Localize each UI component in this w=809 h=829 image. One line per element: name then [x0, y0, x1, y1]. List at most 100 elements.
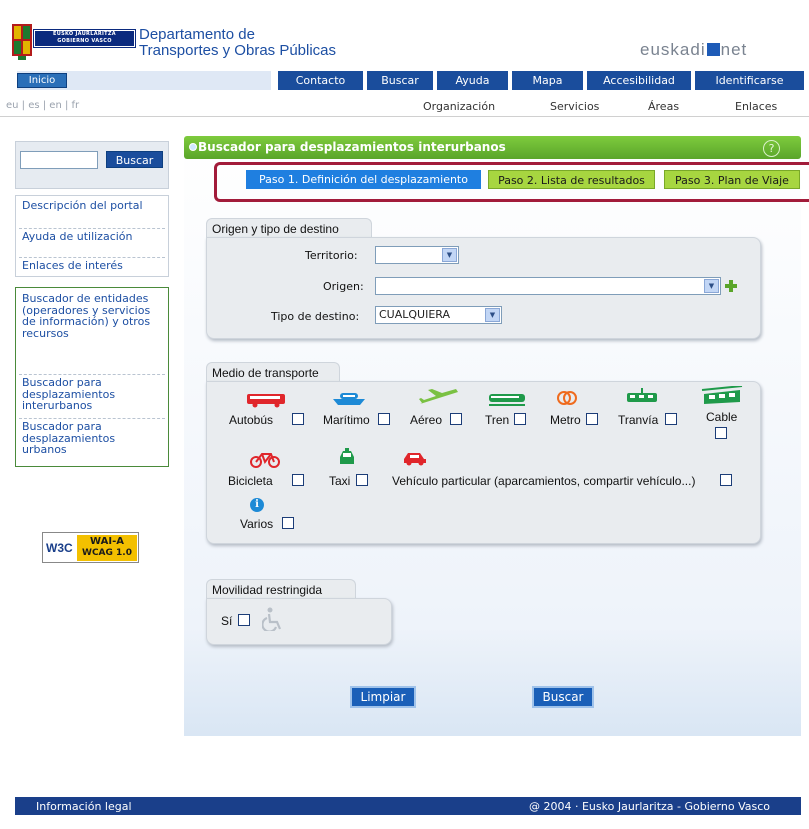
sidebar-item-buscador-entidades[interactable]: Buscador de entidades (operadores y serv… — [22, 293, 162, 339]
airplane-icon — [418, 388, 460, 411]
page-title: Buscador para desplazamientos interurban… — [198, 140, 506, 154]
mode-varios-label: Varios — [240, 517, 274, 531]
wheelchair-icon — [261, 607, 282, 634]
chevron-down-icon: ▼ — [704, 279, 719, 293]
clear-button[interactable]: Limpiar — [350, 686, 416, 708]
inicio-button[interactable]: Inicio — [17, 73, 67, 88]
ship-icon — [331, 389, 367, 410]
mode-aereo-checkbox[interactable] — [450, 413, 462, 425]
divider — [19, 418, 165, 419]
sidebar-search-input[interactable] — [20, 151, 98, 169]
sidebar-item-ayuda[interactable]: Ayuda de utilización — [22, 231, 162, 243]
tab-step-1[interactable]: Paso 1. Definición del desplazamiento — [246, 170, 481, 189]
logo-line-2: GOBIERNO VASCO — [57, 38, 112, 44]
basque-government-logo[interactable] — [12, 22, 32, 62]
sidebar-item-descripcion[interactable]: Descripción del portal — [22, 200, 162, 212]
mode-autobus-checkbox[interactable] — [292, 413, 304, 425]
search-button[interactable]: Buscar — [532, 686, 594, 708]
territorio-select[interactable]: ▼ — [375, 246, 459, 264]
bicycle-icon — [249, 450, 281, 471]
mode-tranvia-label: Tranvía — [618, 413, 659, 427]
tipo-destino-value: CUALQUIERA — [379, 308, 451, 321]
footer-copyright: @ 2004 · Eusko Jaurlaritza - Gobierno Va… — [529, 800, 770, 813]
mode-taxi-label: Taxi — [329, 474, 351, 488]
wai-label: WAI-A — [90, 536, 124, 547]
mode-cable-label: Cable — [706, 410, 738, 424]
nav-buscar[interactable]: Buscar — [367, 71, 433, 90]
tram-icon — [625, 388, 659, 409]
nav-accesibilidad[interactable]: Accesibilidad — [587, 71, 691, 90]
mobility-yes-checkbox[interactable] — [238, 614, 250, 626]
metro-icon — [556, 390, 578, 409]
car-icon — [402, 450, 428, 469]
dept-title-line-2: Transportes y Obras Públicas — [139, 42, 337, 59]
mode-vehiculo-label: Vehículo particular (aparcamientos, comp… — [392, 474, 696, 488]
basque-government-wordmark: EUSKO JAURLARITZA GOBIERNO VASCO — [33, 29, 136, 48]
brand-right: net — [720, 40, 748, 59]
sub-nav-bar — [0, 95, 809, 117]
taxi-icon — [337, 448, 357, 471]
mode-maritimo-label: Marítimo — [323, 413, 370, 427]
language-selector[interactable]: eu | es | en | fr — [6, 100, 79, 111]
brand-left: euskadi — [640, 40, 706, 59]
footer-legal-link[interactable]: Información legal — [36, 800, 132, 813]
mode-tren-label: Tren — [485, 413, 510, 427]
bus-icon — [246, 392, 286, 411]
divider — [19, 228, 165, 229]
euskadi-net-logo[interactable]: euskadi net — [640, 40, 747, 60]
wcag-label: WCAG 1.0 — [82, 548, 132, 558]
subnav-areas[interactable]: Áreas — [648, 100, 679, 113]
transport-section-legend: Medio de transporte — [206, 362, 340, 382]
help-icon[interactable]: ? — [763, 140, 780, 157]
mode-maritimo-checkbox[interactable] — [378, 413, 390, 425]
mode-metro-label: Metro — [550, 413, 581, 427]
subnav-enlaces[interactable]: Enlaces — [735, 100, 777, 113]
subnav-servicios[interactable]: Servicios — [550, 100, 599, 113]
bullet-icon — [189, 143, 197, 151]
tipo-destino-select[interactable]: CUALQUIERA ▼ — [375, 306, 502, 324]
add-icon[interactable] — [725, 280, 737, 292]
sidebar-search-button[interactable]: Buscar — [106, 151, 163, 168]
tipo-destino-label: Tipo de destino: — [271, 310, 360, 323]
logo-line-1: EUSKO JAURLARITZA — [53, 31, 116, 37]
territorio-label: Territorio: — [305, 249, 358, 262]
nav-mapa[interactable]: Mapa — [512, 71, 583, 90]
origin-section-legend: Origen y tipo de destino — [206, 218, 372, 238]
nav-contacto[interactable]: Contacto — [278, 71, 363, 90]
dept-title-line-1: Departamento de — [139, 26, 255, 43]
mobility-section — [206, 598, 392, 645]
mode-vehiculo-checkbox[interactable] — [720, 474, 732, 486]
divider — [19, 257, 165, 258]
tab-step-2[interactable]: Paso 2. Lista de resultados — [488, 170, 655, 189]
mode-tranvia-checkbox[interactable] — [665, 413, 677, 425]
mode-tren-checkbox[interactable] — [514, 413, 526, 425]
mode-taxi-checkbox[interactable] — [356, 474, 368, 486]
mode-bicicleta-label: Bicicleta — [228, 474, 273, 488]
tab-step-3[interactable]: Paso 3. Plan de Viaje — [664, 170, 800, 189]
subnav-organizacion[interactable]: Organización — [423, 100, 495, 113]
sidebar-item-enlaces[interactable]: Enlaces de interés — [22, 260, 162, 272]
brand-square-icon — [706, 43, 720, 56]
mobility-section-legend: Movilidad restringida — [206, 579, 356, 599]
sidebar-item-buscador-interurbanos[interactable]: Buscador para desplazamientos interurban… — [22, 377, 162, 412]
origen-select[interactable]: ▼ — [375, 277, 721, 295]
mode-bicicleta-checkbox[interactable] — [292, 474, 304, 486]
info-icon: i — [250, 498, 264, 512]
chevron-down-icon: ▼ — [485, 308, 500, 322]
mode-aereo-label: Aéreo — [410, 413, 443, 427]
nav-ayuda[interactable]: Ayuda — [437, 71, 508, 90]
divider — [19, 374, 165, 375]
mode-cable-checkbox[interactable] — [715, 427, 727, 439]
chevron-down-icon: ▼ — [442, 248, 457, 262]
train-icon — [487, 391, 527, 410]
mode-metro-checkbox[interactable] — [586, 413, 598, 425]
cable-car-icon — [700, 385, 744, 409]
mode-autobus-label: Autobús — [229, 413, 274, 427]
mobility-yes-label: Sí — [221, 614, 233, 628]
sidebar-item-buscador-urbanos[interactable]: Buscador para desplazamientos urbanos — [22, 421, 162, 456]
w3c-logo: W3C — [46, 541, 73, 555]
department-title[interactable]: Departamento de Transportes y Obras Públ… — [139, 27, 336, 59]
mode-varios-checkbox[interactable] — [282, 517, 294, 529]
wai-a-badge[interactable]: W3C WAI-A WCAG 1.0 — [42, 532, 139, 563]
nav-identificarse[interactable]: Identificarse — [695, 71, 804, 90]
